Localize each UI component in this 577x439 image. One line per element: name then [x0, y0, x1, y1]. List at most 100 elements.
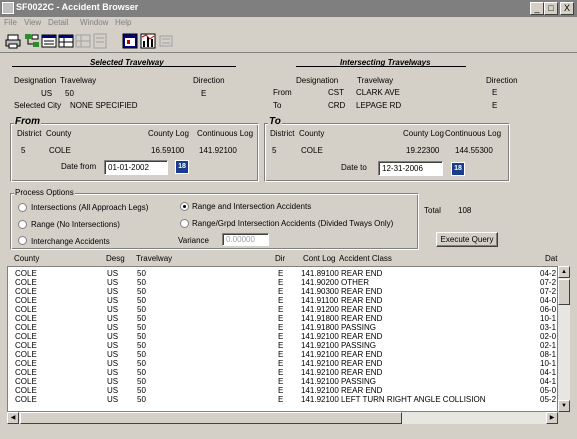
radio-interchange-label[interactable]: Interchange Accidents [31, 237, 110, 246]
table-row[interactable]: COLE US 50 E 141.92100 LEFT TURN RIGHT A… [8, 395, 557, 404]
variance-input[interactable]: 0.00000 [222, 233, 269, 246]
table-row[interactable]: COLE US 50 E 141.90200 OTHER 07-2 [8, 278, 557, 287]
process-options-title: Process Options [14, 188, 75, 197]
cell-accident-class: REAR END [341, 332, 383, 341]
cell-travelway: 50 [137, 359, 146, 368]
calendar-to-icon[interactable]: 18 [451, 162, 465, 176]
scroll-up-icon[interactable]: ▲ [558, 266, 570, 278]
scroll-left-icon[interactable]: ◀ [7, 412, 19, 424]
window-icon[interactable] [122, 33, 138, 49]
table-row[interactable]: COLE US 50 E 141.92100 REAR END 04-1 [8, 368, 557, 377]
menu-detail[interactable]: Detail [48, 18, 68, 27]
cell-travelway: 50 [137, 350, 146, 359]
tree-icon[interactable] [24, 33, 40, 49]
table-row[interactable]: COLE US 50 E 141.91100 REAR END 04-0 [8, 296, 557, 305]
cell-dir: E [278, 323, 284, 332]
cell-county: COLE [15, 359, 37, 368]
table-row[interactable]: COLE US 50 E 141.90300 REAR END 07-2 [8, 287, 557, 296]
table-row[interactable]: COLE US 50 E 141.91200 REAR END 06-0 [8, 305, 557, 314]
column-cont-log[interactable]: Cont Log [303, 254, 335, 263]
minimize-button[interactable]: _ [530, 2, 544, 15]
cell-county: COLE [15, 377, 37, 386]
list-icon[interactable] [41, 33, 57, 49]
menu-window[interactable]: Window [80, 18, 108, 27]
cell-desg: US [107, 269, 119, 278]
from-group-title: From [14, 116, 41, 127]
cell-dir: E [278, 287, 284, 296]
table-row[interactable]: COLE US 50 E 141.91800 REAR END 10-1 [8, 314, 557, 323]
menu-help[interactable]: Help [115, 18, 131, 27]
scroll-right-icon[interactable]: ▶ [546, 412, 558, 424]
date-from-input[interactable]: 01-01-2002 [104, 160, 168, 175]
radio-range-and-intersection-label[interactable]: Range and Intersection Accidents [192, 202, 311, 211]
vertical-scrollbar[interactable]: ▲ ▼ [558, 266, 570, 412]
table-icon[interactable] [58, 33, 74, 49]
table-row[interactable]: COLE US 50 E 141.92100 REAR END 05-0 [8, 386, 557, 395]
horizontal-scroll-thumb[interactable] [20, 412, 402, 424]
cell-desg: US [107, 359, 119, 368]
column-accident-class[interactable]: Accident Class [339, 254, 392, 263]
cell-county: COLE [15, 287, 37, 296]
radio-intersections[interactable] [18, 203, 27, 212]
radio-interchange[interactable] [18, 236, 27, 245]
cell-accident-class: LEFT TURN RIGHT ANGLE COLLISION [341, 395, 486, 404]
cell-date: 04-0 [540, 296, 557, 305]
selected-designation-value: US [41, 89, 53, 98]
radio-range-and-intersection[interactable] [180, 202, 189, 211]
menu-view[interactable]: View [24, 18, 41, 27]
cell-date: 04-2 [540, 269, 557, 278]
cell-accident-class: PASSING [341, 323, 376, 332]
radio-range-grpd-intersection[interactable] [180, 219, 189, 228]
calendar-from-icon[interactable]: 18 [175, 160, 189, 174]
execute-query-button[interactable]: Execute Query [436, 232, 498, 247]
disabled-icon[interactable] [158, 33, 174, 49]
cell-travelway: 50 [137, 368, 146, 377]
cell-accident-class: REAR END [341, 350, 383, 359]
radio-range-label[interactable]: Range (No Intersections) [31, 220, 120, 229]
cell-accident-class: REAR END [341, 269, 383, 278]
cell-cont-log: 141.90200 [301, 278, 339, 287]
cell-date: 08-1 [540, 350, 557, 359]
date-to-input[interactable]: 12-31-2006 [378, 161, 443, 176]
radio-range[interactable] [18, 220, 27, 229]
cell-cont-log: 141.92100 [301, 377, 339, 386]
column-county[interactable]: County [14, 254, 39, 263]
to-travelway-value: LEPAGE RD [356, 101, 402, 110]
column-travelway[interactable]: Travelway [136, 254, 172, 263]
accident-grid[interactable]: COLE US 50 E 141.89100 REAR END 04-2 COL… [7, 266, 558, 412]
cell-county: COLE [15, 323, 37, 332]
table-row[interactable]: COLE US 50 E 141.89100 REAR END 04-2 [8, 269, 557, 278]
cell-county: COLE [15, 296, 37, 305]
close-button[interactable]: X [560, 2, 574, 15]
maximize-button[interactable]: □ [544, 2, 558, 15]
cell-date: 03-1 [540, 323, 557, 332]
vertical-scroll-thumb[interactable] [558, 279, 570, 305]
from-county-log-value: 16.59100 [151, 146, 185, 155]
cell-county: COLE [15, 341, 37, 350]
table-row[interactable]: COLE US 50 E 141.91800 PASSING 03-1 [8, 323, 557, 332]
selected-travelway-value: 50 [65, 89, 74, 98]
radio-range-grpd-intersection-label[interactable]: Range/Grpd Intersection Accidents (Divid… [192, 219, 393, 228]
table-row[interactable]: COLE US 50 E 141.92100 REAR END 10-1 [8, 359, 557, 368]
chart-icon[interactable] [140, 33, 156, 49]
print-icon[interactable] [5, 33, 21, 49]
table-row[interactable]: COLE US 50 E 141.92100 REAR END 02-0 [8, 332, 557, 341]
table-row[interactable]: COLE US 50 E 141.92100 PASSING 04-1 [8, 377, 557, 386]
horizontal-scrollbar[interactable]: ◀ ▶ [7, 412, 558, 424]
report-icon[interactable] [92, 33, 108, 49]
column-desg[interactable]: Desg [106, 254, 125, 263]
cell-desg: US [107, 287, 119, 296]
scroll-down-icon[interactable]: ▼ [558, 400, 570, 412]
column-date[interactable]: Dat [545, 254, 557, 263]
table-row[interactable]: COLE US 50 E 141.92100 PASSING 02-1 [8, 341, 557, 350]
table-row[interactable]: COLE US 50 E 141.92100 REAR END 08-1 [8, 350, 557, 359]
from-direction-value: E [492, 88, 498, 97]
cell-dir: E [278, 395, 284, 404]
cell-dir: E [278, 269, 284, 278]
cell-county: COLE [15, 278, 37, 287]
radio-intersections-label[interactable]: Intersections (All Approach Legs) [31, 203, 148, 212]
column-dir[interactable]: Dir [275, 254, 285, 263]
menu-file[interactable]: File [4, 18, 17, 27]
cell-cont-log: 141.89100 [301, 269, 339, 278]
table-disabled-icon[interactable] [75, 33, 91, 49]
